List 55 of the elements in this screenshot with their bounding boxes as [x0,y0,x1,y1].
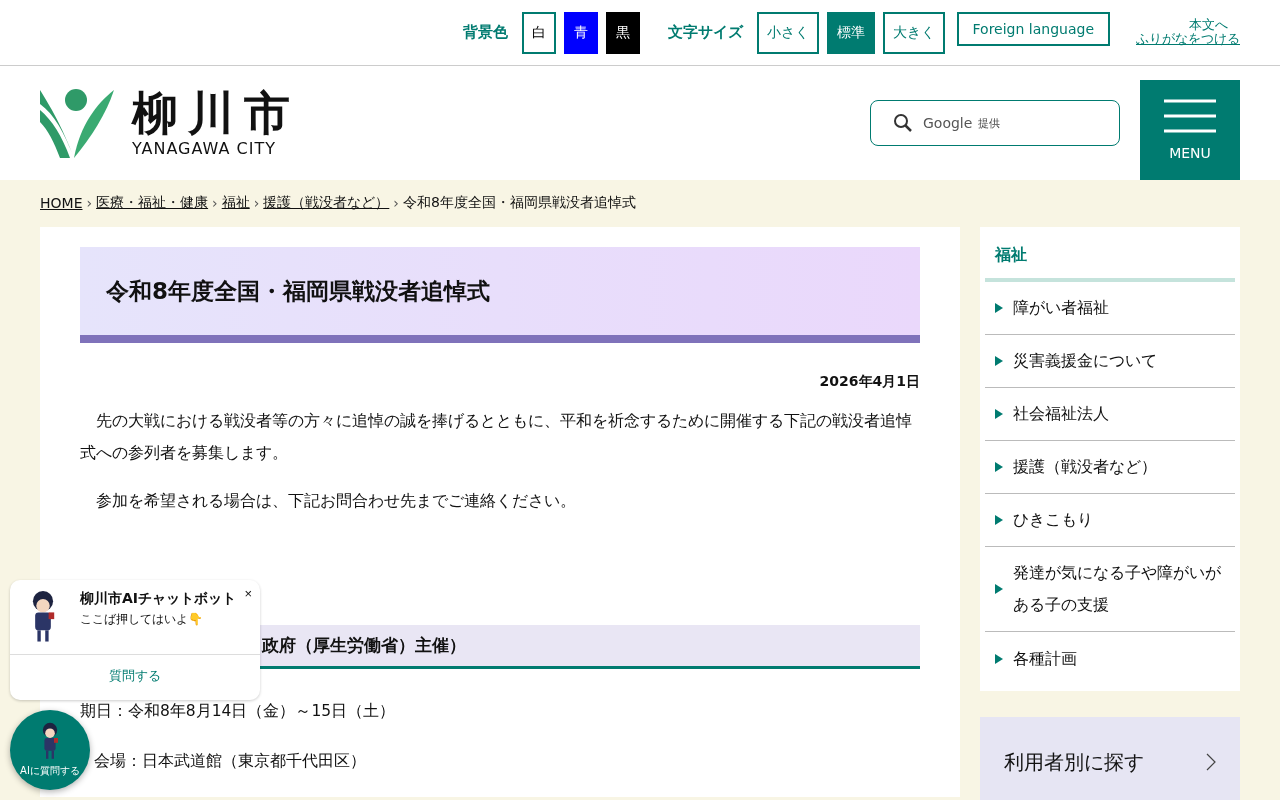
logo-subtitle: YANAGAWA CITY [132,138,277,158]
breadcrumb-separator: › [253,195,260,211]
page-title: 令和8年度全国・福岡県戦没者追悼式 [106,276,490,306]
detail-line: 会場：日本武道館（東京都千代田区） [93,751,367,772]
text-size-button[interactable]: 標準 [826,11,875,54]
background-color-button[interactable]: 黒 [605,11,640,54]
sidebar-item[interactable]: 社会福祉法人 [985,388,1235,441]
menu-button[interactable]: MENU [1140,80,1240,180]
chatbot-title: 柳川市AIチャットボット [80,590,238,607]
sidebar-heading: 福祉 [985,227,1235,282]
breadcrumb-link[interactable]: 医療・福祉・健康 [96,194,209,212]
body-paragraph: 先の大戦における戦没者等の方々に追悼の誠を捧げるとともに、平和を祈念するために開催する下記の戦没者追悼式への参列者を募集します。 [80,411,913,464]
city-logo-icon [40,86,114,160]
triangle-icon [995,409,1003,419]
sidebar-item[interactable]: 発達が気になる子や障がいがある子の支援 [985,547,1235,632]
breadcrumb-separator: › [393,195,399,211]
breadcrumb-separator: › [86,195,93,211]
text-size-button[interactable]: 大きく [882,11,945,54]
ask-link[interactable]: 質問する [10,667,260,685]
sidebar-item[interactable]: 災害義援金について [985,335,1235,388]
background-color-label: 背景色 [462,23,508,42]
search-icon [893,113,913,133]
search-provided-label: 提供 [978,115,1001,131]
triangle-icon [995,584,1003,594]
text-size-label: 文字サイズ [667,23,743,42]
breadcrumb-separator: › [212,195,218,211]
chevron-right-icon [1206,753,1216,771]
close-button[interactable]: × [244,586,252,601]
sidebar-item[interactable]: 各種計画 [985,632,1235,685]
breadcrumb-link[interactable]: 援護（戦没者など） [263,194,390,212]
chatbot-message: ここば押してはいよ👇 [80,610,204,628]
menu-icon [1164,99,1216,133]
triangle-icon [995,356,1003,366]
logo-name: 柳川市 [132,88,300,139]
sidebar-item[interactable]: 援護（戦没者など） [985,441,1235,494]
triangle-icon [995,462,1003,472]
search-brand: Google [923,115,973,131]
foreign-language-button[interactable]: Foreign language [956,11,1110,46]
publish-date: 2026年4月1日 [818,373,920,391]
triangle-icon [995,515,1003,525]
current-page-label: 令和8年度全国・福岡県戦没者追悼式 [402,194,636,212]
background-color-button[interactable]: 白 [521,11,556,54]
sidebar-item[interactable]: 障がい者福祉 [985,282,1235,335]
section-heading: 政府（厚生労働省）主催） [262,634,466,657]
background-color-button[interactable]: 青 [563,11,598,54]
triangle-icon [995,303,1003,313]
triangle-icon [995,653,1003,664]
text-size-button[interactable]: 小さく [756,11,819,54]
breadcrumb-link[interactable]: 福祉 [221,194,250,212]
skip-link[interactable]: 本文へ [1189,15,1228,34]
body-paragraph: 参加を希望される場合は、下記お問合わせ先までご連絡ください。 [94,491,577,512]
sidebar-item[interactable]: ひきこもり [985,494,1235,547]
user-search-button[interactable]: 利用者別に探す [980,717,1240,800]
search-field[interactable]: Google 提供 [870,100,1120,146]
breadcrumb-link[interactable]: HOME [40,195,83,211]
